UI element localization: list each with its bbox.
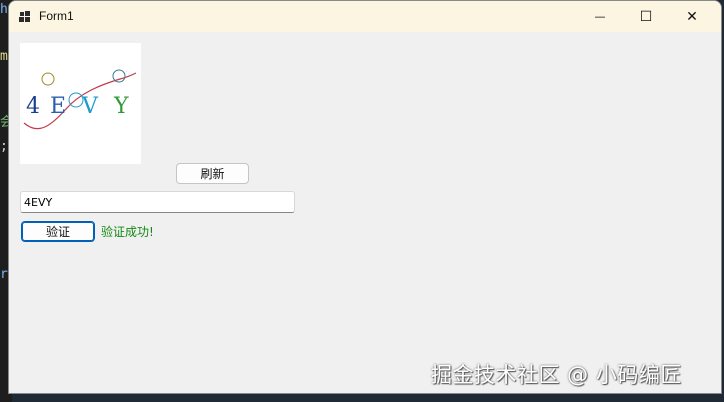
close-icon: ✕: [686, 8, 698, 25]
captcha-char: E: [50, 94, 66, 119]
maximize-button[interactable]: ☐: [623, 1, 669, 32]
captcha-char: 4: [26, 94, 40, 119]
verification-status: 验证成功!: [101, 225, 154, 239]
captcha-image: 4 E V Y: [20, 43, 141, 164]
app-icon: [19, 11, 31, 23]
captcha-noise-circle: [41, 72, 55, 86]
minimize-button[interactable]: —: [577, 1, 623, 32]
verify-button[interactable]: 验证: [21, 221, 95, 242]
form1-window: Form1 — ☐ ✕ 4 E V Y 刷新 验证 验证成功! 掘金技术社区 @…: [8, 0, 722, 394]
title-bar[interactable]: Form1 — ☐ ✕: [9, 1, 721, 32]
captcha-input[interactable]: [20, 191, 295, 213]
captcha-noise-circle: [112, 69, 126, 83]
watermark-text: 掘金技术社区 @ 小码编匠: [431, 363, 682, 387]
captcha-char: Y: [113, 94, 129, 119]
refresh-button[interactable]: 刷新: [176, 163, 249, 184]
window-title: Form1: [39, 9, 74, 23]
maximize-icon: ☐: [639, 8, 653, 25]
close-button[interactable]: ✕: [669, 1, 715, 32]
minimize-icon: —: [594, 10, 606, 23]
captcha-char: V: [81, 94, 99, 119]
captcha-svg: 4 E V Y: [23, 69, 137, 130]
